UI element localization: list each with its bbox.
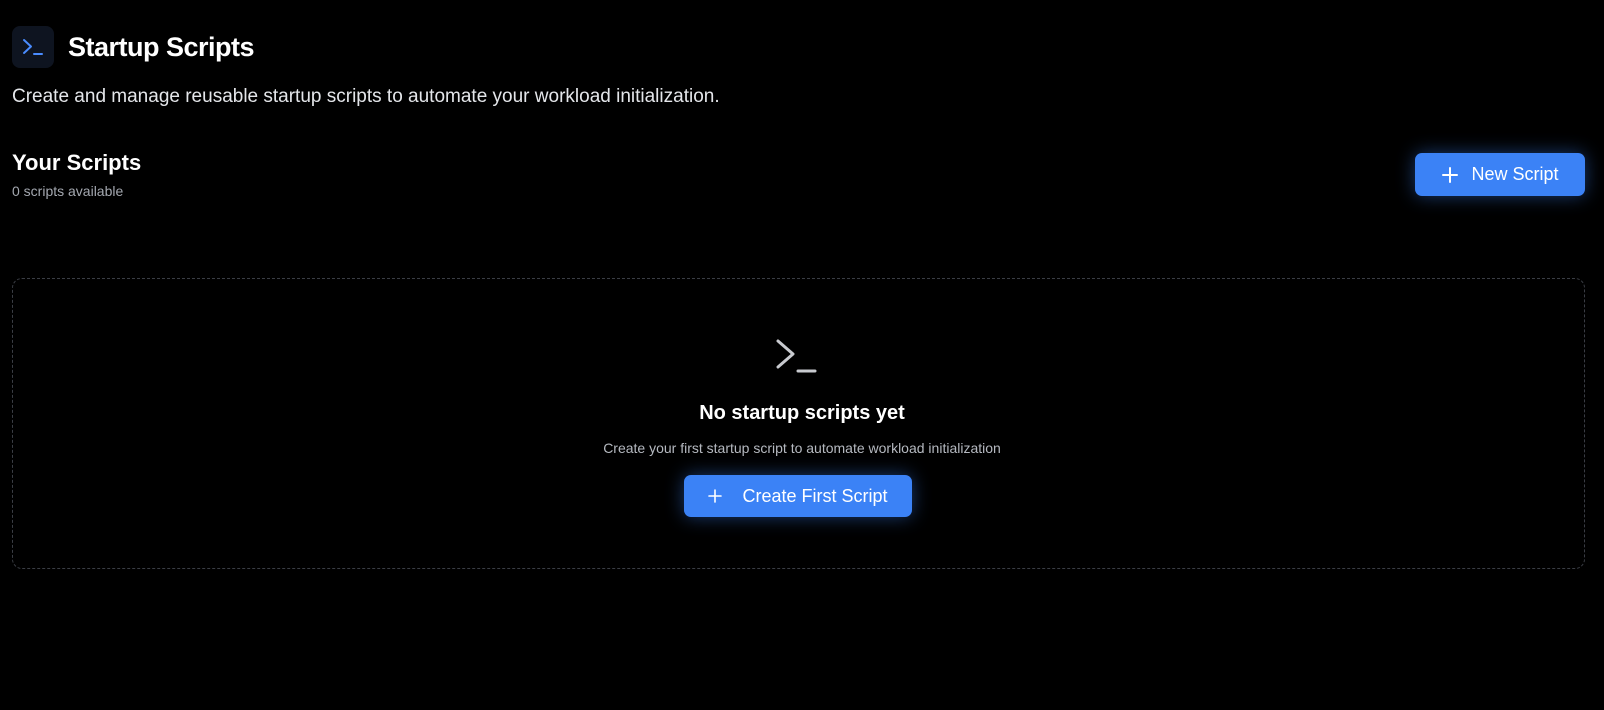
page-description: Create and manage reusable startup scrip… <box>12 86 720 107</box>
scripts-count: 0 scripts available <box>12 183 124 199</box>
empty-state-subtitle: Create your first startup script to auto… <box>603 440 1001 456</box>
create-first-script-button[interactable]: Create First Script <box>684 475 912 517</box>
startup-scripts-page: Startup Scripts Create and manage reusab… <box>0 0 1604 710</box>
terminal-icon <box>774 337 818 375</box>
page-header: Startup Scripts <box>12 26 255 68</box>
create-first-script-button-label: Create First Script <box>742 485 888 506</box>
plus-icon <box>1441 166 1459 184</box>
page-title: Startup Scripts <box>68 31 255 62</box>
new-script-button[interactable]: New Script <box>1415 153 1585 196</box>
new-script-button-label: New Script <box>1471 164 1559 184</box>
empty-state-title: No startup scripts yet <box>699 402 905 424</box>
terminal-icon <box>12 26 54 68</box>
section-title: Your Scripts <box>12 150 142 175</box>
plus-icon <box>708 489 723 503</box>
